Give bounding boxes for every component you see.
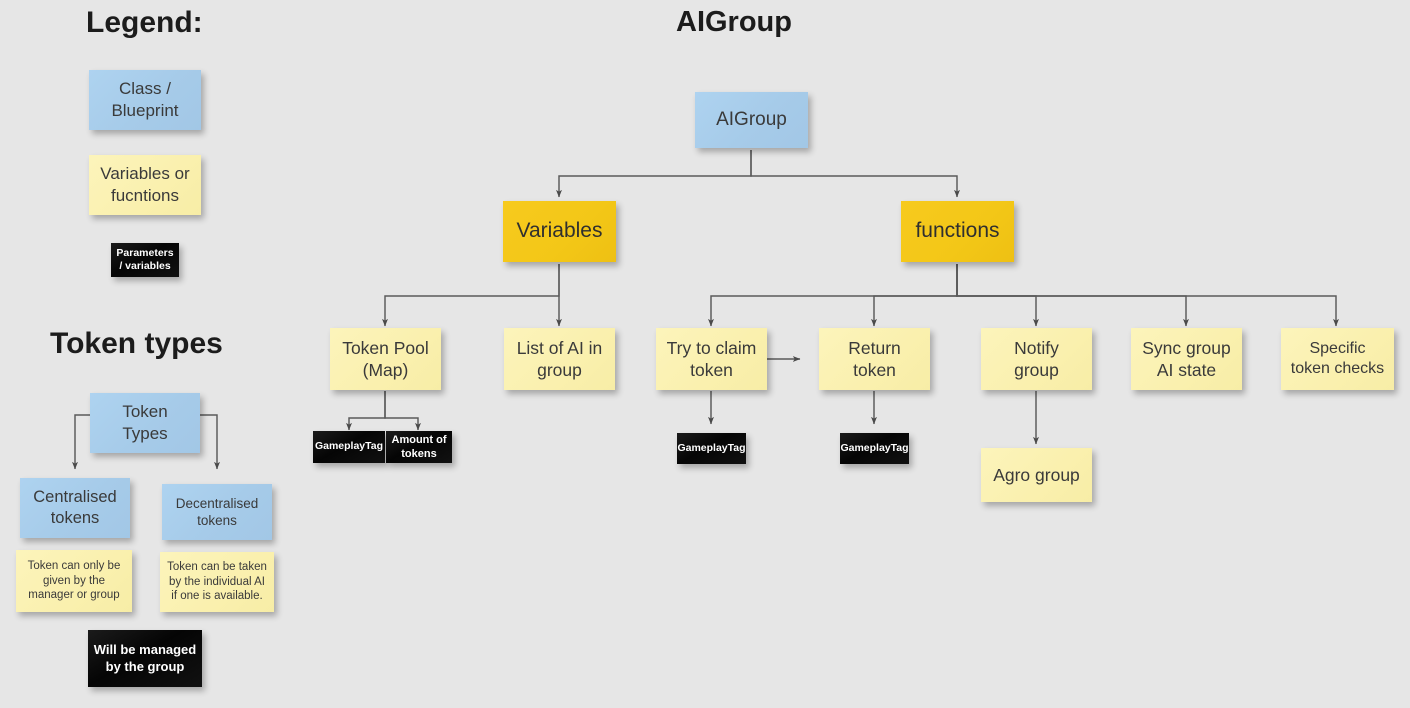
edge-functions-specific-checks — [956, 264, 1339, 327]
edge-functions-return-token — [870, 264, 958, 327]
token-types-footnote: Will be managed by the group — [88, 630, 202, 687]
edge-variables-token-pool — [381, 264, 560, 327]
page-title-legend: Legend: — [86, 6, 203, 39]
token-type-decentralised: Decentralised tokens — [162, 484, 272, 540]
node-notify-group: Notify group — [981, 328, 1092, 390]
param-token-pool-gameplaytag: GameplayTag — [313, 431, 385, 463]
node-specific-token-checks: Specific token checks — [1281, 328, 1394, 390]
edge-aigroup-functions — [750, 150, 960, 198]
node-return-token: Return token — [819, 328, 930, 390]
edge-functions-sync-group — [956, 264, 1189, 327]
edge-tokenpool-gameplaytag — [345, 391, 386, 431]
aigroup-branch-variables: Variables — [503, 201, 616, 262]
param-try-claim-gameplaytag: GameplayTag — [677, 433, 746, 464]
edge-tokentypes-decentralised — [200, 414, 220, 470]
page-title-aigroup: AIGroup — [676, 6, 792, 38]
token-types-root: Token Types — [90, 393, 200, 453]
page-title-token-types: Token types — [50, 327, 223, 360]
aigroup-branch-functions: functions — [901, 201, 1014, 262]
edge-aigroup-variables — [555, 150, 752, 198]
token-type-decentralised-note: Token can be taken by the individual AI … — [160, 552, 274, 612]
token-type-centralised-note: Token can only be given by the manager o… — [16, 550, 132, 612]
node-agro-group: Agro group — [981, 448, 1092, 502]
edge-tokentypes-centralised — [71, 414, 90, 470]
edge-tokenpool-amount — [384, 391, 421, 431]
diagram-canvas: Legend: AIGroup Token types Class / Blue… — [0, 0, 1410, 708]
node-sync-group-ai-state: Sync group AI state — [1131, 328, 1242, 390]
node-token-pool-map: Token Pool (Map) — [330, 328, 441, 390]
legend-item-variables-functions: Variables or fucntions — [89, 155, 201, 215]
legend-item-parameters-variables: Parameters / variables — [111, 243, 179, 277]
param-token-pool-amount-of-tokens: Amount of tokens — [386, 431, 452, 463]
token-type-centralised: Centralised tokens — [20, 478, 130, 538]
legend-item-class-blueprint: Class / Blueprint — [89, 70, 201, 130]
edge-functions-notify-group — [956, 264, 1039, 327]
node-try-to-claim-token: Try to claim token — [656, 328, 767, 390]
edge-functions-try-claim — [707, 264, 958, 327]
aigroup-root: AIGroup — [695, 92, 808, 148]
node-list-of-ai-in-group: List of AI in group — [504, 328, 615, 390]
param-return-token-gameplaytag: GameplayTag — [840, 433, 909, 464]
